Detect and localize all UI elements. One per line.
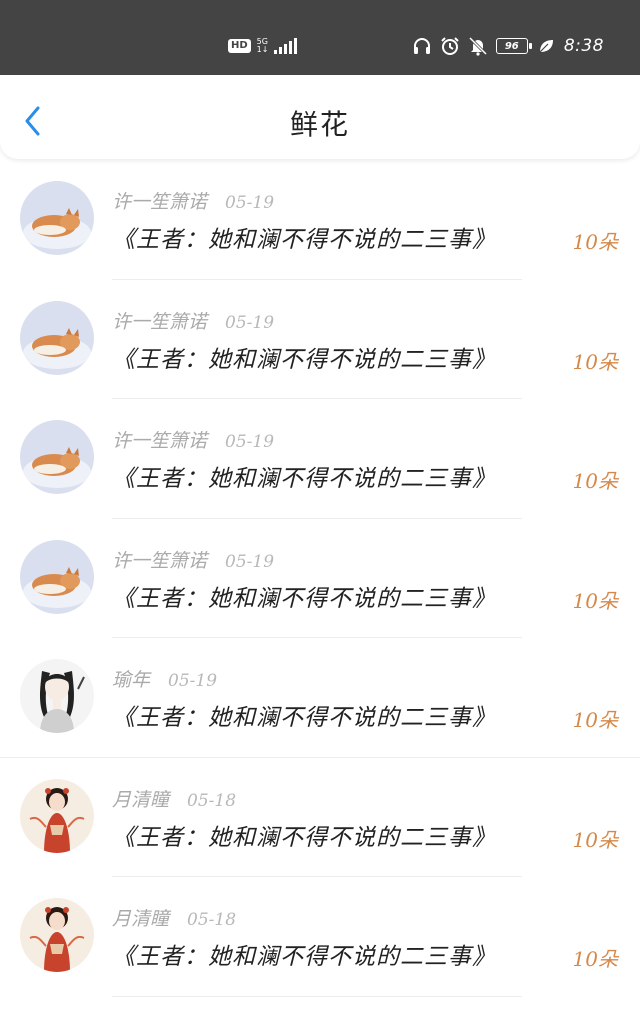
list-item[interactable]: 许一笙箫诺 05-19 《王者：她和澜不得不说的二三事》 10朵	[0, 519, 640, 638]
username: 许一笙箫诺	[112, 310, 208, 333]
book-title: 《王者：她和澜不得不说的二三事》	[112, 466, 496, 492]
headphones-icon	[412, 36, 432, 56]
signal-icon	[274, 38, 298, 54]
date: 05-18	[187, 910, 237, 930]
date: 05-19	[168, 671, 218, 691]
username: 月清瞳	[112, 908, 170, 930]
flower-list: 许一笙箫诺 05-19 《王者：她和澜不得不说的二三事》 10朵 许一笙箫诺 0…	[0, 160, 640, 997]
book-title: 《王者：她和澜不得不说的二三事》	[112, 944, 496, 970]
username: 月清瞳	[112, 788, 170, 811]
flower-count: 10朵	[572, 469, 618, 493]
item-meta: 许一笙箫诺 05-19	[112, 307, 274, 334]
battery-icon: 96	[495, 38, 532, 54]
item-meta: 月清瞳 05-18	[112, 785, 236, 812]
avatar[interactable]	[20, 300, 94, 375]
username: 许一笙箫诺	[112, 430, 208, 452]
page-title: 鲜花	[289, 108, 350, 141]
status-bar: HD 5G 1↓ 96 8:38	[0, 0, 640, 75]
flower-count: 10朵	[572, 588, 618, 613]
flower-count: 10朵	[572, 947, 618, 971]
date: 05-19	[225, 312, 275, 333]
book-title: 《王者：她和澜不得不说的二三事》	[112, 227, 496, 253]
network-indicator: 5G 1↓	[257, 38, 269, 54]
date: 05-19	[225, 432, 275, 452]
avatar[interactable]	[20, 898, 94, 972]
username: 瑜年	[112, 669, 151, 691]
list-item[interactable]: 月清瞳 05-18 《王者：她和澜不得不说的二三事》 10朵	[0, 877, 640, 997]
flower-count: 10朵	[572, 827, 618, 852]
date: 05-19	[225, 193, 275, 213]
status-time: 8:38	[563, 36, 604, 56]
divider	[112, 995, 522, 997]
list-item[interactable]: 月清瞳 05-18 《王者：她和澜不得不说的二三事》 10朵	[0, 758, 640, 877]
date: 05-19	[225, 551, 275, 572]
bell-muted-icon	[468, 36, 488, 56]
list-item[interactable]: 许一笙箫诺 05-19 《王者：她和澜不得不说的二三事》 10朵	[0, 280, 640, 399]
item-meta: 许一笙箫诺 05-19	[112, 187, 274, 214]
flower-count: 10朵	[572, 349, 618, 374]
book-title: 《王者：她和澜不得不说的二三事》	[112, 705, 496, 731]
avatar[interactable]	[20, 181, 94, 255]
avatar[interactable]	[20, 778, 94, 853]
username: 许一笙箫诺	[112, 191, 208, 213]
flower-count: 10朵	[572, 230, 618, 254]
list-item[interactable]: 许一笙箫诺 05-19 《王者：她和澜不得不说的二三事》 10朵	[0, 399, 640, 519]
book-title: 《王者：她和澜不得不说的二三事》	[112, 585, 496, 612]
avatar[interactable]	[20, 539, 94, 614]
list-item[interactable]: 许一笙箫诺 05-19 《王者：她和澜不得不说的二三事》 10朵	[0, 160, 640, 280]
leaf-icon	[536, 36, 556, 56]
item-meta: 许一笙箫诺 05-19	[112, 546, 274, 573]
avatar[interactable]	[20, 659, 94, 733]
item-meta: 月清瞳 05-18	[112, 904, 236, 931]
nav-header: 鲜花	[0, 75, 640, 159]
item-meta: 瑜年 05-19	[112, 665, 217, 692]
avatar[interactable]	[20, 420, 94, 494]
book-title: 《王者：她和澜不得不说的二三事》	[112, 346, 496, 373]
username: 许一笙箫诺	[112, 549, 208, 572]
alarm-icon	[440, 36, 460, 56]
network-sub: 1↓	[256, 45, 269, 54]
hd-badge: HD	[228, 39, 251, 53]
status-left: HD 5G 1↓	[228, 38, 298, 54]
item-meta: 许一笙箫诺 05-19	[112, 426, 274, 453]
date: 05-18	[187, 790, 237, 811]
flower-count: 10朵	[572, 708, 618, 732]
status-right: 96 8:38	[412, 36, 604, 56]
battery-level: 96	[504, 40, 519, 52]
list-item[interactable]: 瑜年 05-19 《王者：她和澜不得不说的二三事》 10朵	[0, 638, 640, 758]
book-title: 《王者：她和澜不得不说的二三事》	[112, 824, 496, 851]
